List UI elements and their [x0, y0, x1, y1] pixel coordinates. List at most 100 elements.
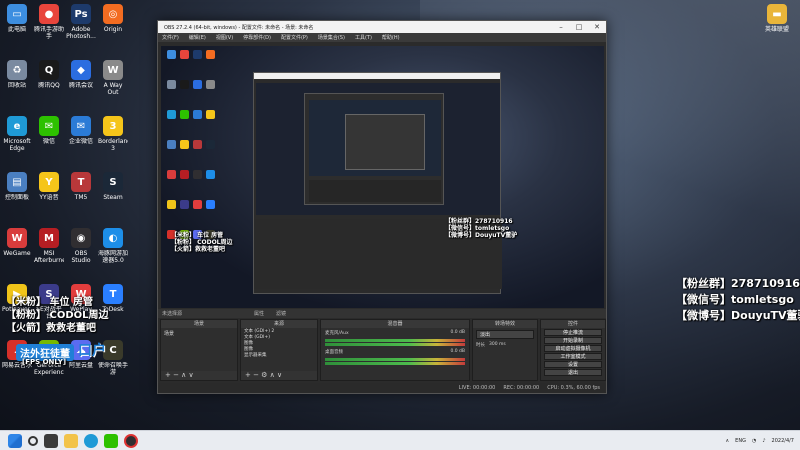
desktop-icon[interactable]: e Microsoft Edge — [2, 116, 32, 152]
filters-button[interactable]: 滤镜 — [276, 310, 286, 317]
desktop-icon[interactable]: Ps Adobe Photosh... — [66, 4, 96, 40]
desktop-icon[interactable]: M MSI Afterburner — [34, 228, 64, 264]
start-icon[interactable] — [8, 433, 22, 448]
desktop-icon[interactable]: Q 腾讯QQ — [34, 60, 64, 96]
wifi-icon[interactable]: ◔ — [752, 438, 756, 444]
desktop-icon-label: Steam — [103, 194, 123, 201]
badge-glyph: 口户 — [78, 343, 106, 359]
scene-item[interactable]: 场景 — [161, 328, 237, 339]
mixer-dock: 混音器 麦克风/Aux 0.0 dB 桌面音频 0.0 dB — [320, 319, 470, 381]
obs-titlebar[interactable]: OBS 27.2.4 (64-bit, windows) - 配置文件: 未命名… — [158, 21, 606, 33]
preview-app-icon — [180, 80, 189, 89]
menu-help[interactable]: 帮助(H) — [382, 34, 400, 41]
preview-app-icon — [193, 140, 202, 149]
source-list[interactable]: 文本 (GDI+) 2 文本 (GDI+) 图像 图像 显示器采集 — [241, 328, 317, 360]
desktop-icon[interactable]: ◉ OBS Studio — [66, 228, 96, 264]
reward-line-2: 【粉粉】 CODOL周边 — [6, 310, 109, 321]
control-button[interactable]: 启动虚拟摄像机 — [544, 345, 602, 352]
sources-toolbar[interactable]: + − ⚙ ∧ ∨ — [241, 371, 317, 380]
close-icon[interactable]: ✕ — [588, 23, 606, 31]
volume-icon[interactable]: ♪ — [762, 438, 765, 444]
mixer-track-db: 0.0 dB — [450, 349, 465, 354]
fps-label: [FPS ONLY] — [22, 358, 67, 366]
weibo-line: 【微博号】DouyuTV董驴 — [676, 309, 800, 322]
preview-app-icon — [167, 140, 176, 149]
app-icon: e — [7, 116, 27, 136]
desktop-icon-label: 微信 — [42, 138, 55, 145]
preview-app-icon — [180, 200, 189, 209]
desktop-icon[interactable]: ▤ 控制面板 — [2, 172, 32, 208]
fan-group-line: 【粉丝群】278710916 — [676, 277, 800, 290]
desktop-icon[interactable]: W WeGame — [2, 228, 32, 264]
menu-profile[interactable]: 配置文件(P) — [281, 34, 308, 41]
desktop-icon-lol[interactable]: ▬ 英雄联盟 — [756, 4, 798, 33]
desktop-icon[interactable]: ✉ 企业微信 — [66, 116, 96, 152]
control-button[interactable]: 工作室模式 — [544, 353, 602, 360]
obs-taskbar-icon[interactable] — [124, 433, 138, 448]
control-button[interactable]: 设置 — [544, 361, 602, 368]
app-icon: C — [103, 340, 123, 360]
menu-view[interactable]: 视图(V) — [216, 34, 233, 41]
preview-app-icon — [167, 50, 176, 59]
desktop-icon-label: Borderlands 3 — [98, 138, 128, 152]
edge-icon[interactable] — [84, 433, 98, 448]
obs-preview[interactable]: 【粉丝群】278710916 【微信号】tomletsgo 【微博号】Douyu… — [161, 46, 604, 308]
menu-docks[interactable]: 停靠部件(D) — [243, 34, 271, 41]
menu-edit[interactable]: 编辑(E) — [189, 34, 206, 41]
wechat-line: 【微信号】tomletsgo — [676, 293, 794, 306]
desktop-icon[interactable]: ▭ 此电脑 — [2, 4, 32, 40]
wechat-icon[interactable] — [104, 433, 118, 448]
transition-select[interactable]: 淡出 — [476, 330, 534, 339]
mixer-track-name: 麦克风/Aux — [325, 331, 349, 336]
desktop-icon-label: Microsoft Edge — [3, 138, 31, 152]
dock-title: 来源 — [241, 320, 317, 328]
menu-tools[interactable]: 工具(T) — [355, 34, 372, 41]
app-icon: ✉ — [39, 116, 59, 136]
desktop-icon[interactable]: ✉ 微信 — [34, 116, 64, 152]
obs-window[interactable]: OBS 27.2.4 (64-bit, windows) - 配置文件: 未命名… — [157, 20, 607, 394]
desktop-icon[interactable]: ◐ 海豚网游加速器5.0 — [98, 228, 128, 264]
controls-dock: 控件 停止推流 开始录制 启动虚拟摄像机 工作室模式 设置 退出 — [540, 319, 606, 381]
live-timer: LIVE: 00:00:00 — [458, 385, 496, 391]
preview-app-icon — [193, 80, 202, 89]
search-icon[interactable] — [28, 435, 38, 446]
clock[interactable]: 2022/4/7 — [772, 438, 794, 444]
desktop-icon[interactable]: W A Way Out — [98, 60, 128, 96]
control-button[interactable]: 停止推流 — [544, 329, 602, 336]
app-icon: 3 — [103, 116, 123, 136]
no-source-label: 未选择源 — [162, 311, 183, 317]
menu-file[interactable]: 文件(F) — [162, 34, 179, 41]
scenes-toolbar[interactable]: + − ∧ ∨ — [161, 371, 237, 380]
dock-title: 混音器 — [321, 320, 469, 328]
desktop-icon[interactable]: T TM5 — [66, 172, 96, 208]
desktop-icon[interactable]: 3 Borderlands 3 — [98, 116, 128, 152]
language-indicator[interactable]: ENG — [735, 438, 746, 444]
source-item[interactable]: 显示器采集 — [244, 353, 314, 359]
desktop-icon[interactable]: ♻ 回收站 — [2, 60, 32, 96]
preview-app-icon — [193, 50, 202, 59]
minimize-icon[interactable]: – — [552, 23, 570, 31]
desktop-icon-label: A Way Out — [103, 82, 123, 96]
properties-button[interactable]: 属性 — [254, 310, 264, 317]
menu-scene-collection[interactable]: 场景集合(S) — [318, 34, 345, 41]
desktop-icon[interactable]: ● 腾讯手游助手 — [34, 4, 64, 40]
file-explorer-icon[interactable] — [64, 433, 78, 448]
control-button[interactable]: 退出 — [544, 369, 602, 376]
stream-reward-overlay: 【米粉】 车位 房管 【粉粉】 CODOL周边 【火箭】救救老董吧 — [6, 296, 109, 335]
stream-info-overlay: 【粉丝群】278710916 【微信号】tomletsgo 【微博号】Douyu… — [676, 276, 800, 324]
desktop-icon[interactable]: ◎ Origin — [98, 4, 128, 40]
app-icon: T — [71, 172, 91, 192]
chevron-up-icon[interactable]: ∧ — [726, 438, 730, 444]
task-view-icon[interactable] — [44, 433, 58, 448]
control-button[interactable]: 开始录制 — [544, 337, 602, 344]
app-icon: S — [103, 172, 123, 192]
obs-menubar: 文件(F) 编辑(E) 视图(V) 停靠部件(D) 配置文件(P) 场景集合(S… — [158, 33, 606, 42]
desktop-icon[interactable]: ◆ 腾讯会议 — [66, 60, 96, 96]
desktop-icon[interactable]: Y YY语音 — [34, 172, 64, 208]
maximize-icon[interactable]: □ — [570, 23, 588, 31]
desktop-icon-label: YY语音 — [39, 194, 59, 201]
transitions-dock: 转场特效 淡出 时长 300 ms — [472, 319, 538, 381]
desktop-icon[interactable]: S Steam — [98, 172, 128, 208]
duration-input[interactable]: 300 ms — [489, 342, 506, 348]
preview-overlay-text: 【粉丝群】278710916 【微信号】tomletsgo 【微博号】Douyu… — [445, 218, 518, 239]
